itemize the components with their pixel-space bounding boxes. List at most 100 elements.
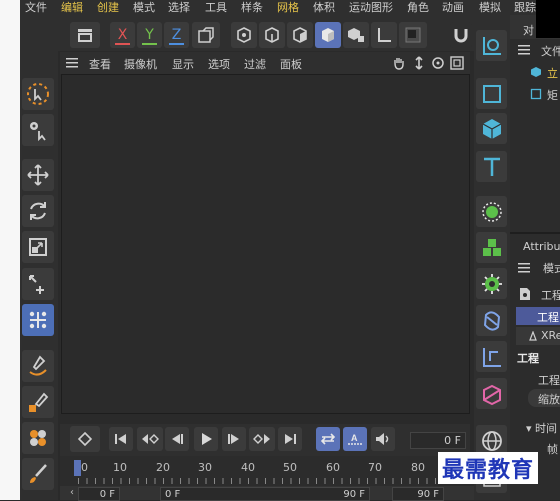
field-button[interactable] (476, 341, 507, 372)
lock-y-button[interactable]: Y (137, 22, 162, 48)
time-section-toggle[interactable]: ▾ 时间 (526, 420, 560, 436)
menu-create[interactable]: 创建 (97, 0, 119, 15)
menu-mesh[interactable]: 网格 (277, 0, 299, 15)
spline-pen-icon (29, 355, 47, 376)
uv-mode-button[interactable] (343, 22, 369, 48)
deformer-button[interactable] (476, 305, 507, 336)
coordinate-system-icon (198, 27, 214, 43)
scale-project-button[interactable]: 缩放 (528, 389, 560, 407)
paint-select-button[interactable] (22, 422, 54, 454)
viewport-menu-panel[interactable]: 面板 (280, 56, 302, 72)
menu-tools[interactable]: 工具 (205, 0, 227, 15)
brush-icon (30, 464, 47, 483)
menu-mode[interactable]: 模式 (133, 0, 155, 15)
menu-file[interactable]: 文件 (25, 0, 47, 15)
viewport-menu-display[interactable]: 显示 (172, 56, 194, 72)
loop-button[interactable] (316, 427, 340, 451)
coord-system-button[interactable] (192, 22, 220, 48)
autokey-button[interactable]: A (343, 427, 367, 451)
go-to-start-button[interactable] (109, 427, 133, 451)
menu-volume[interactable]: 体积 (313, 0, 335, 15)
xref-tab[interactable]: XRe (516, 327, 560, 345)
tweak-button[interactable] (22, 114, 54, 146)
prev-frame-button[interactable] (165, 427, 189, 451)
transform-button[interactable] (22, 268, 54, 300)
solo-button[interactable] (399, 22, 427, 48)
sketch-button[interactable] (22, 386, 54, 418)
undo-view-button[interactable] (70, 22, 100, 48)
rectangle-spline-button[interactable] (476, 78, 507, 109)
viewport-canvas[interactable] (61, 74, 470, 414)
rotate-icon (30, 202, 46, 220)
text-button[interactable] (476, 151, 507, 182)
range-left-arrow[interactable]: ‹ (70, 487, 74, 498)
model-mode-button[interactable] (315, 22, 341, 48)
cube-button[interactable] (476, 113, 507, 144)
menu-spline[interactable]: 样条 (241, 0, 263, 15)
range-slider[interactable]: 0 F 90 F (160, 487, 370, 501)
viewport-layout-icon (78, 29, 92, 42)
live-selection-button[interactable] (22, 78, 54, 110)
placement-button[interactable] (22, 304, 54, 336)
polygons-mode-icon (293, 27, 307, 43)
next-key-button[interactable] (249, 427, 275, 451)
viewport-menu-filter[interactable]: 过滤 (244, 56, 266, 72)
scene-button[interactable] (476, 378, 507, 409)
current-frame-field[interactable]: 0 F (410, 432, 466, 449)
sound-button[interactable] (371, 427, 395, 451)
fracture-button[interactable] (476, 232, 507, 263)
menu-mograph[interactable]: 运动图形 (349, 0, 393, 15)
points-mode-button[interactable] (231, 22, 257, 48)
objects-file-menu[interactable]: 文件 (541, 43, 560, 59)
start-frame-value: 0 F (99, 488, 115, 500)
effector-button[interactable] (476, 268, 507, 299)
brush-button[interactable] (22, 458, 54, 490)
edges-mode-button[interactable] (259, 22, 285, 48)
cloner-button[interactable] (476, 196, 507, 227)
null-object-button[interactable] (476, 30, 507, 61)
rotate-view-icon[interactable] (431, 56, 445, 70)
objects-menu-icon[interactable] (518, 45, 530, 55)
menu-character[interactable]: 角色 (407, 0, 429, 15)
objects-tab[interactable]: 对 (523, 22, 534, 38)
next-frame-button[interactable] (222, 427, 246, 451)
prev-key-icon (142, 434, 159, 444)
end-frame-field[interactable]: 90 F (392, 487, 444, 501)
pan-hand-icon[interactable] (392, 56, 406, 70)
frame-label: 帧 (547, 443, 558, 456)
keyframe-button[interactable] (70, 426, 100, 452)
lock-x-button[interactable]: X (110, 22, 135, 48)
edges-mode-icon (265, 27, 279, 43)
maximize-view-icon[interactable] (450, 56, 464, 70)
playhead[interactable] (74, 460, 81, 476)
move-button[interactable] (22, 159, 54, 191)
play-icon (202, 433, 212, 445)
hamburger-icon[interactable] (66, 58, 78, 68)
menu-track[interactable]: 跟踪 (514, 0, 536, 15)
viewport-menu-camera[interactable]: 摄像机 (124, 56, 157, 72)
object-item-cube[interactable]: 立 (547, 65, 560, 81)
move-view-icon[interactable] (412, 56, 426, 70)
start-frame-field[interactable]: 0 F (78, 487, 120, 501)
attributes-menu-icon[interactable] (518, 263, 530, 273)
prev-key-button[interactable] (137, 427, 163, 451)
spline-pen-button[interactable] (22, 350, 54, 382)
attributes-mode-menu[interactable]: 模式 (543, 260, 560, 276)
object-item-rect[interactable]: 矩 (547, 87, 560, 103)
viewport-menu-options[interactable]: 选项 (208, 56, 230, 72)
menu-animation[interactable]: 动画 (442, 0, 464, 15)
play-button[interactable] (194, 427, 218, 451)
menu-edit[interactable]: 编辑 (61, 0, 83, 15)
rotate-button[interactable] (22, 195, 54, 227)
polygons-mode-button[interactable] (287, 22, 313, 48)
axis-mode-button[interactable] (371, 22, 397, 48)
attributes-tab[interactable]: Attribut (523, 240, 560, 253)
project-tab-selected[interactable]: 工程 (516, 307, 560, 325)
menu-simulate[interactable]: 模拟 (479, 0, 501, 15)
go-to-end-button[interactable] (278, 427, 302, 451)
snap-button[interactable] (450, 22, 472, 48)
lock-z-button[interactable]: Z (164, 22, 189, 48)
menu-select[interactable]: 选择 (168, 0, 190, 15)
viewport-menu-view[interactable]: 查看 (89, 56, 111, 72)
scale-button[interactable] (22, 231, 54, 263)
